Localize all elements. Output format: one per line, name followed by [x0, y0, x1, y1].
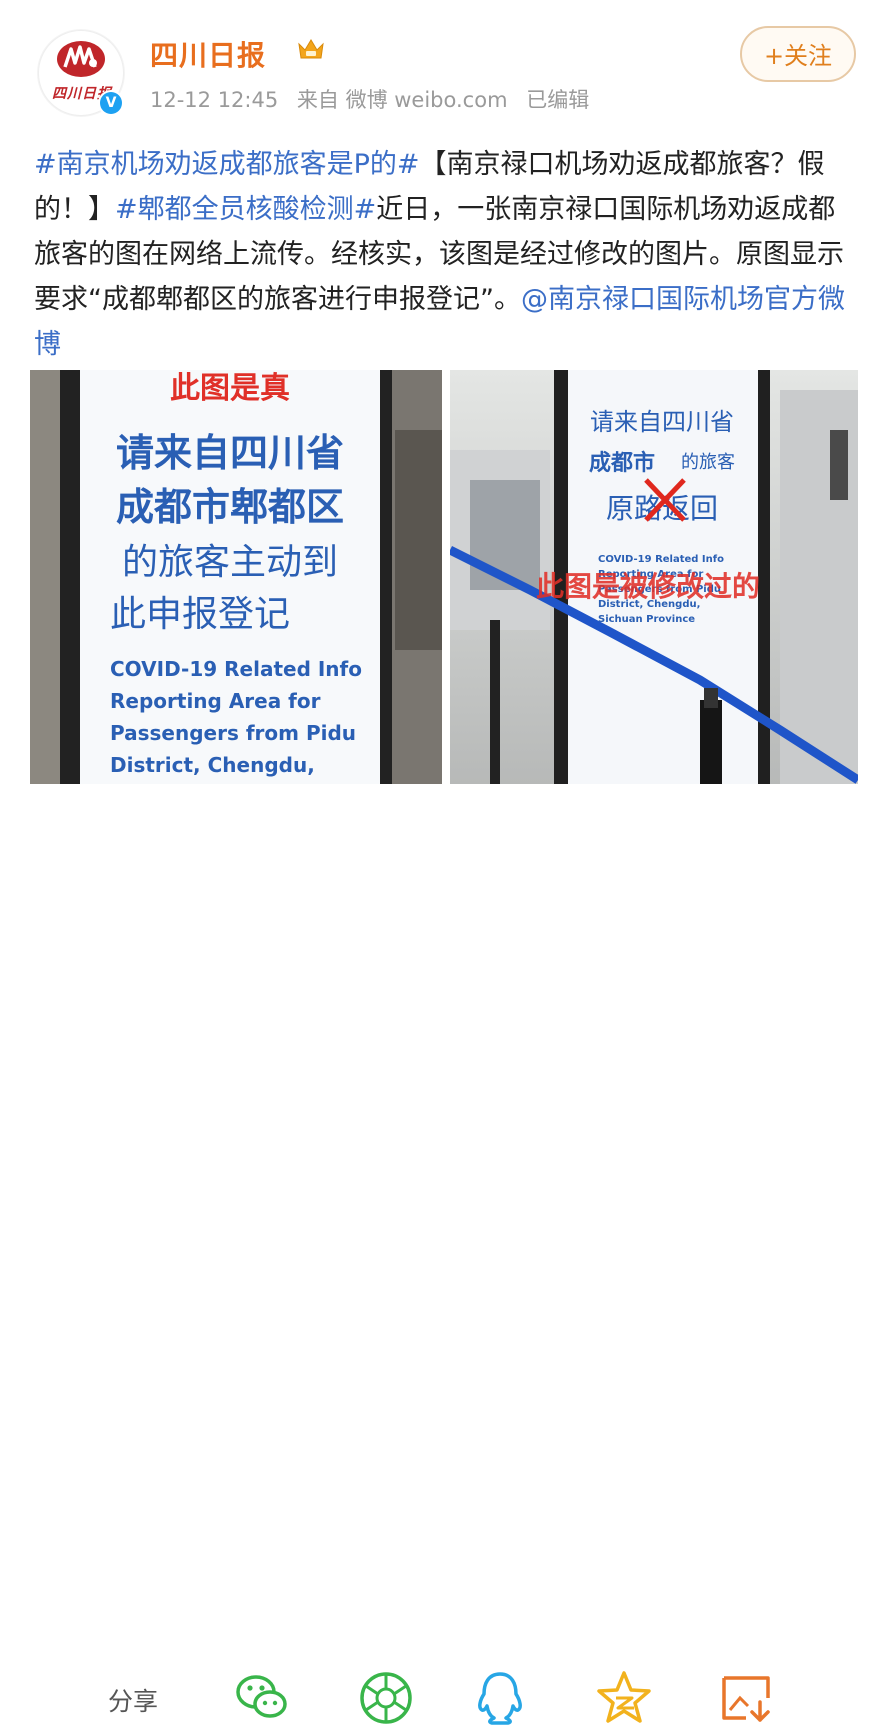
original-sign-caption: 此图是真	[170, 371, 290, 406]
post-images: 此图是真 请来自四川省 成都市郫都区 的旅客主动到 此申报登记 COVID-19…	[30, 370, 858, 784]
sign-line: 成都市郫都区	[116, 485, 344, 529]
post-header: 四川日报 V 四川日报 12-12 12:45 来自 微博 weibo.com …	[0, 0, 884, 130]
sign-line: 的旅客主动到	[122, 542, 338, 583]
edited-label: 已编辑	[526, 88, 590, 112]
qzone-icon[interactable]	[594, 1668, 654, 1728]
sign-english-line: COVID-19 Related Info	[110, 657, 362, 681]
post-time: 12-12 12:45	[150, 88, 279, 112]
wechat-icon[interactable]	[232, 1668, 292, 1728]
sign-english-line: COVID-19 Related Info	[598, 554, 724, 565]
vip-crown-icon	[298, 39, 324, 59]
qq-icon[interactable]	[470, 1668, 530, 1728]
original-sign-photo: 此图是真 请来自四川省 成都市郫都区 的旅客主动到 此申报登记 COVID-19…	[30, 370, 442, 784]
modified-sign-photo: 请来自四川省 成都市 的旅客 原路返回 COVID-19 Related Inf…	[450, 370, 858, 784]
post-text: #南京机场劝返成都旅客是P的#【南京禄口机场劝返成都旅客？假的！】#郫都全员核酸…	[34, 142, 854, 367]
sign-line: 成都市	[589, 450, 655, 476]
account-name[interactable]: 四川日报	[150, 34, 266, 74]
save-image-icon[interactable]	[716, 1668, 776, 1728]
sign-english-line: Reporting Area for	[110, 689, 321, 713]
image-original[interactable]: 此图是真 请来自四川省 成都市郫都区 的旅客主动到 此申报登记 COVID-19…	[30, 370, 442, 784]
sign-line: 请来自四川省	[590, 408, 734, 436]
modified-overlay-caption: 此图是被修改过的	[536, 570, 760, 603]
sichuan-daily-logo-icon	[57, 41, 105, 77]
follow-button[interactable]: +关注	[740, 26, 856, 82]
hashtag-link[interactable]: #南京机场劝返成都旅客是P的#	[34, 149, 420, 180]
sign-line: 请来自四川省	[116, 431, 344, 475]
sign-english-line: Passengers from Pidu	[110, 721, 356, 745]
share-bar: 分享	[0, 830, 884, 1725]
post-meta: 12-12 12:45 来自 微博 weibo.com 已编辑	[150, 84, 601, 114]
hashtag-link[interactable]: #郫都全员核酸检测#	[115, 194, 376, 225]
image-modified[interactable]: 请来自四川省 成都市 的旅客 原路返回 COVID-19 Related Inf…	[450, 370, 858, 784]
share-label: 分享	[108, 1687, 159, 1716]
sign-line: 此申报登记	[110, 594, 290, 635]
sign-line: 的旅客	[681, 452, 735, 473]
sign-english-line: Sichuan Province	[598, 614, 695, 625]
moments-icon[interactable]	[356, 1668, 416, 1728]
sign-english-line: District, Chengdu,	[110, 753, 315, 777]
verified-badge-icon: V	[98, 90, 124, 116]
post-source: 来自 微博 weibo.com	[296, 88, 508, 112]
